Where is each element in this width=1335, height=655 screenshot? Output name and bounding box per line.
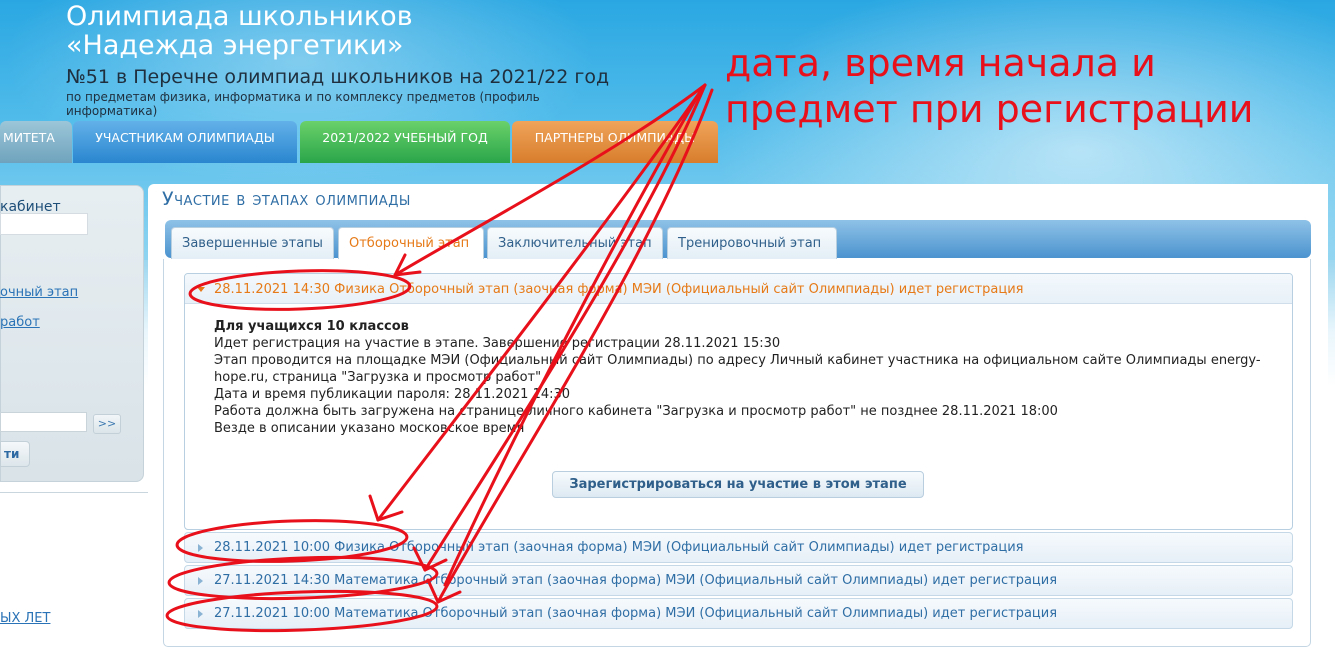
annotation-text: дата, время начала и предмет при регистр… <box>725 40 1325 132</box>
caret-down-icon <box>197 287 205 292</box>
site-title-line1: Олимпиада школьников <box>66 1 413 32</box>
details-venue: Этап проводится на площадке МЭИ (Официал… <box>214 353 1261 385</box>
tab-final[interactable]: Заключительный этап <box>487 227 663 259</box>
site-description: по предметам физика, информатика и по ко… <box>66 90 540 118</box>
annotation-line2: предмет при регистрации <box>725 87 1254 131</box>
accordion-item-title[interactable]: 28.11.2021 10:00 Физика Отборочный этап … <box>214 540 1024 555</box>
site-title[interactable]: Олимпиада школьников «Надежда энергетики… <box>66 2 413 60</box>
accordion-item-open-title[interactable]: 28.11.2021 14:30 Физика Отборочный этап … <box>214 282 1024 297</box>
sidebar-go-button[interactable]: >> <box>93 414 121 434</box>
details-grade: Для учащихся 10 классов <box>214 319 409 334</box>
sidebar-divider <box>0 492 148 493</box>
tab-qualifying[interactable]: Отборочный этап <box>338 227 484 260</box>
details-registration: Идет регистрация на участие в этапе. Зав… <box>214 336 781 351</box>
nav-committee[interactable]: МИТЕТА <box>0 121 72 163</box>
annotation-line1: дата, время начала и <box>725 41 1156 85</box>
page-title: Участие в этапах олимпиады <box>162 188 411 210</box>
details-password-time: Дата и время публикации пароля: 28.11.20… <box>214 387 571 402</box>
accordion-item-title[interactable]: 27.11.2021 10:00 Математика Отборочный э… <box>214 606 1057 621</box>
sidebar-login-button[interactable]: ти <box>0 441 30 467</box>
nav-participants[interactable]: УЧАСТНИКАМ ОЛИМПИАДЫ <box>73 121 297 163</box>
nav-partners[interactable]: ПАРТНЕРЫ ОЛИМПИАДЫ <box>512 121 718 163</box>
caret-right-icon <box>198 610 203 618</box>
tab-completed[interactable]: Завершенные этапы <box>171 227 334 259</box>
sidebar-link-past-years[interactable]: ЫХ ЛЕТ <box>0 611 50 626</box>
accordion-item-title[interactable]: 27.11.2021 14:30 Математика Отборочный э… <box>214 573 1057 588</box>
sidebar-link-works[interactable]: работ <box>0 315 40 330</box>
tab-training[interactable]: Тренировочный этап <box>667 227 837 259</box>
register-button[interactable]: Зарегистрироваться на участие в этом эта… <box>552 471 924 498</box>
caret-right-icon <box>198 544 203 552</box>
stage-details: Для учащихся 10 классов Идет регистрация… <box>214 318 1274 437</box>
sidebar-link-qualifying[interactable]: очный этап <box>0 285 78 300</box>
login-input[interactable] <box>0 213 88 235</box>
details-timezone: Везде в описании указано московское врем… <box>214 421 525 436</box>
sidebar-search-input[interactable] <box>0 412 87 432</box>
site-title-line2: «Надежда энергетики» <box>66 30 404 61</box>
site-subtitle: №51 в Перечне олимпиад школьников на 202… <box>66 66 610 88</box>
caret-right-icon <box>198 577 203 585</box>
details-upload-deadline: Работа должна быть загружена на странице… <box>214 404 1058 419</box>
nav-school-year[interactable]: 2021/2022 УЧЕБНЫЙ ГОД <box>300 121 510 163</box>
